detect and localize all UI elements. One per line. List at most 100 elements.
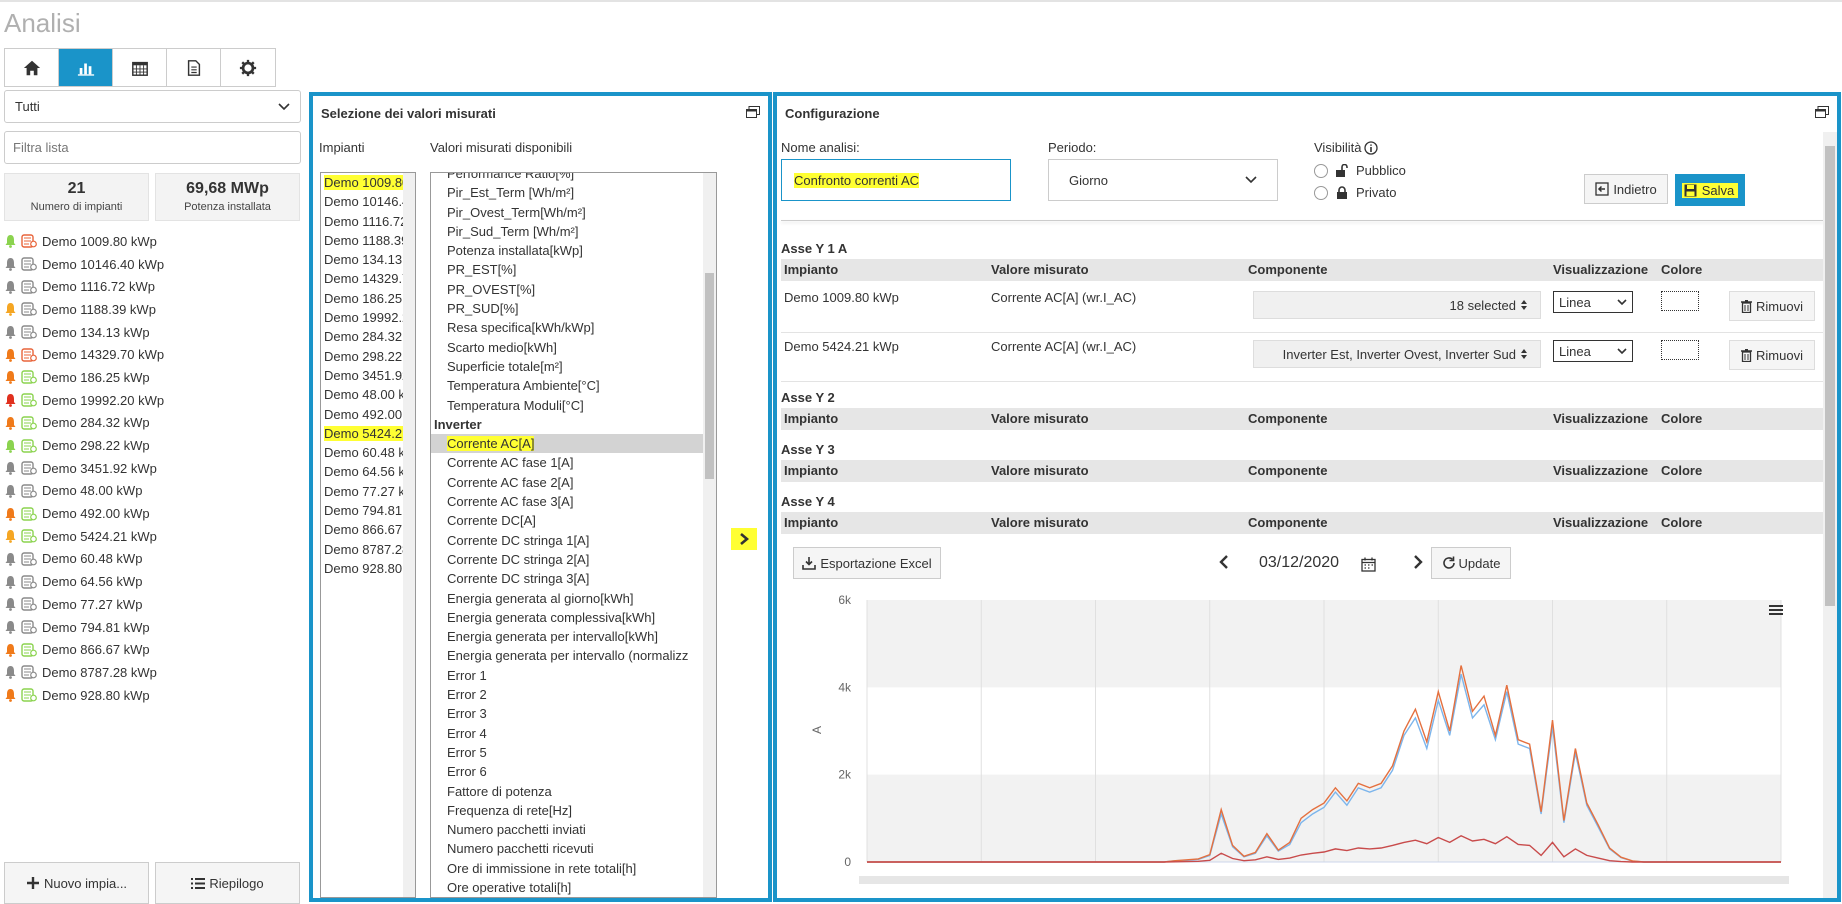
- value-option[interactable]: Energia generata per intervallo[kWh]: [431, 627, 716, 646]
- visualization-select[interactable]: Linea: [1553, 291, 1633, 313]
- scrollbar-thumb[interactable]: [1825, 146, 1835, 606]
- calendar-picker-icon[interactable]: [1361, 557, 1376, 572]
- plant-option[interactable]: Demo 186.25 k: [321, 289, 415, 308]
- value-option[interactable]: Superficie totale[m²]: [431, 357, 716, 376]
- plant-list-item[interactable]: Demo 8787.28 kWp: [4, 661, 302, 684]
- plant-option[interactable]: Demo 10146.40: [321, 192, 415, 211]
- color-picker[interactable]: [1661, 291, 1699, 311]
- scrollbar[interactable]: [403, 173, 415, 897]
- update-button[interactable]: Update: [1431, 547, 1511, 579]
- plant-list-item[interactable]: Demo 10146.40 kWp: [4, 253, 302, 276]
- values-listbox[interactable]: Performance Ratio[%] Pir_Est_Term [Wh/m²]…: [430, 172, 717, 898]
- excel-export-button[interactable]: Esportazione Excel: [793, 547, 941, 579]
- plant-option[interactable]: Demo 1116.72: [321, 212, 415, 231]
- component-select[interactable]: Inverter Est, Inverter Ovest, Inverter S…: [1253, 340, 1541, 368]
- calendar-button[interactable]: [113, 49, 167, 86]
- scrollbar[interactable]: [1823, 132, 1837, 898]
- value-option[interactable]: Error 4: [431, 724, 716, 743]
- expand-icon[interactable]: [1815, 106, 1829, 118]
- plant-list-item[interactable]: Demo 19992.20 kWp: [4, 389, 302, 412]
- value-option[interactable]: Corrente DC stringa 2[A]: [431, 550, 716, 569]
- value-option[interactable]: PR_SUD[%]: [431, 299, 716, 318]
- value-option[interactable]: Corrente DC stringa 3[A]: [431, 569, 716, 588]
- plant-listbox[interactable]: Demo 1009.80 Demo 10146.40 Demo 1116.72 Dem…: [320, 172, 416, 898]
- plant-list-item[interactable]: Demo 492.00 kWp: [4, 502, 302, 525]
- plant-list-item[interactable]: Demo 298.22 kWp: [4, 434, 302, 457]
- value-option[interactable]: Error 1: [431, 666, 716, 685]
- value-option[interactable]: Corrente AC fase 1[A]: [431, 453, 716, 472]
- value-option[interactable]: Error 3: [431, 704, 716, 723]
- value-option[interactable]: Frequenza di rete[Hz]: [431, 801, 716, 820]
- plant-list-item[interactable]: Demo 5424.21 kWp: [4, 525, 302, 548]
- plant-list-item[interactable]: Demo 134.13 kWp: [4, 321, 302, 344]
- info-icon[interactable]: [1364, 140, 1379, 155]
- value-option[interactable]: Pir_Ovest_Term[Wh/m²]: [431, 203, 716, 222]
- plant-list-item[interactable]: Demo 60.48 kWp: [4, 548, 302, 571]
- scrollbar-thumb[interactable]: [705, 273, 714, 479]
- radio-circle[interactable]: [1314, 163, 1328, 178]
- save-button[interactable]: Salva: [1675, 174, 1745, 206]
- value-option[interactable]: Corrente AC fase 3[A]: [431, 492, 716, 511]
- plant-option[interactable]: Demo 64.56 kW: [321, 462, 415, 481]
- plant-option[interactable]: Demo 8787.28: [321, 540, 415, 559]
- remove-button[interactable]: Rimuovi: [1729, 340, 1815, 370]
- value-option[interactable]: Numero pacchetti inviati: [431, 820, 716, 839]
- value-option[interactable]: Error 2: [431, 685, 716, 704]
- radio-private[interactable]: Privato: [1314, 185, 1396, 200]
- value-option[interactable]: PR_EST[%]: [431, 260, 716, 279]
- remove-button[interactable]: Rimuovi: [1729, 291, 1815, 321]
- plant-option[interactable]: Demo 1188.39: [321, 231, 415, 250]
- plant-option[interactable]: Demo 14329.70: [321, 269, 415, 288]
- radio-circle[interactable]: [1314, 185, 1328, 200]
- prev-date-icon[interactable]: [1219, 555, 1229, 569]
- back-button[interactable]: Indietro: [1584, 174, 1668, 204]
- value-option[interactable]: Corrente DC stringa 1[A]: [431, 531, 716, 550]
- add-value-button[interactable]: [731, 528, 757, 550]
- radio-public[interactable]: Pubblico: [1314, 163, 1406, 178]
- plant-list-item[interactable]: Demo 1116.72 kWp: [4, 275, 302, 298]
- visualization-select[interactable]: Linea: [1553, 340, 1633, 362]
- plant-list-item[interactable]: Demo 1009.80 kWp: [4, 230, 302, 253]
- value-option[interactable]: Scarto medio[kWh]: [431, 338, 716, 357]
- plant-option[interactable]: Demo 794.81 k: [321, 501, 415, 520]
- value-option[interactable]: Temperatura Moduli[°C]: [431, 396, 716, 415]
- value-option[interactable]: Energia generata per intervallo (normali…: [431, 646, 716, 665]
- value-option[interactable]: Fattore di potenza: [431, 782, 716, 801]
- next-date-icon[interactable]: [1413, 555, 1423, 569]
- expand-icon[interactable]: [746, 106, 760, 118]
- value-option[interactable]: Corrente DC[A]: [431, 511, 716, 530]
- value-option[interactable]: Resa specifica[kWh/kWp]: [431, 318, 716, 337]
- value-option[interactable]: Energia generata complessiva[kWh]: [431, 608, 716, 627]
- new-plant-button[interactable]: Nuovo impia...: [4, 862, 149, 904]
- home-button[interactable]: [5, 49, 59, 86]
- plant-list-item[interactable]: Demo 3451.92 kWp: [4, 457, 302, 480]
- analysis-name-input[interactable]: Confronto correnti AC: [781, 159, 1011, 201]
- value-option[interactable]: Corrente AC[A]: [431, 434, 716, 454]
- plant-option[interactable]: Demo 19992.20: [321, 308, 415, 327]
- value-option[interactable]: Corrente AC fase 2[A]: [431, 473, 716, 492]
- value-option[interactable]: Potenza installata[kWp]: [431, 241, 716, 260]
- plant-list-item[interactable]: Demo 794.81 kWp: [4, 616, 302, 639]
- settings-button[interactable]: [221, 49, 275, 86]
- plant-list-item[interactable]: Demo 866.67 kWp: [4, 638, 302, 661]
- period-select[interactable]: Giorno: [1048, 159, 1278, 201]
- plant-option[interactable]: Demo 48.00 kW: [321, 385, 415, 404]
- plant-list-item[interactable]: Demo 1188.39 kWp: [4, 298, 302, 321]
- scrollbar[interactable]: [703, 173, 716, 897]
- plant-option[interactable]: Demo 5424.21: [321, 424, 415, 443]
- value-option[interactable]: Temperatura Ambiente[°C]: [431, 376, 716, 395]
- value-option[interactable]: Ore operative totali[h]: [431, 878, 716, 897]
- plant-option[interactable]: Demo 492.00 k: [321, 405, 415, 424]
- color-picker[interactable]: [1661, 340, 1699, 360]
- plant-list-item[interactable]: Demo 284.32 kWp: [4, 412, 302, 435]
- analysis-button[interactable]: [59, 49, 113, 86]
- filter-list-input[interactable]: Filtra lista: [4, 131, 301, 164]
- value-option[interactable]: Energia generata al giorno[kWh]: [431, 589, 716, 608]
- plant-option[interactable]: Demo 928.80 k: [321, 559, 415, 578]
- value-option[interactable]: Ore di immissione in rete totali[h]: [431, 859, 716, 878]
- plant-list-item[interactable]: Demo 928.80 kWp: [4, 684, 302, 707]
- plant-option[interactable]: Demo 284.32 k: [321, 327, 415, 346]
- value-option[interactable]: Pir_Sud_Term [Wh/m²]: [431, 222, 716, 241]
- value-option[interactable]: PR_OVEST[%]: [431, 280, 716, 299]
- plant-list-item[interactable]: Demo 48.00 kWp: [4, 480, 302, 503]
